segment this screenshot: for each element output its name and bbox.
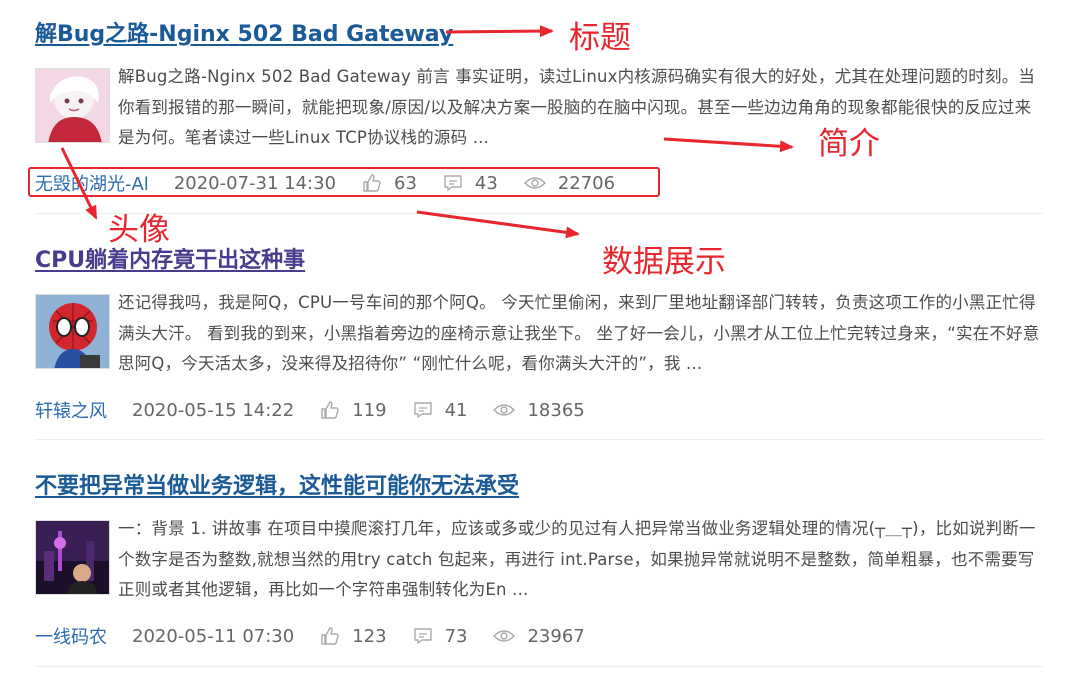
title-arrow — [445, 25, 554, 38]
annotation-title: 标题 — [569, 20, 631, 56]
annotation-summary: 简介 — [818, 126, 880, 162]
annotation-data: 数据展示 — [602, 244, 726, 280]
avatar-arrow — [60, 147, 98, 220]
annotation-avatar: 头像 — [108, 212, 170, 248]
annotation-arrows — [60, 25, 794, 239]
summary-arrow — [663, 137, 794, 153]
data-arrow — [416, 210, 580, 239]
